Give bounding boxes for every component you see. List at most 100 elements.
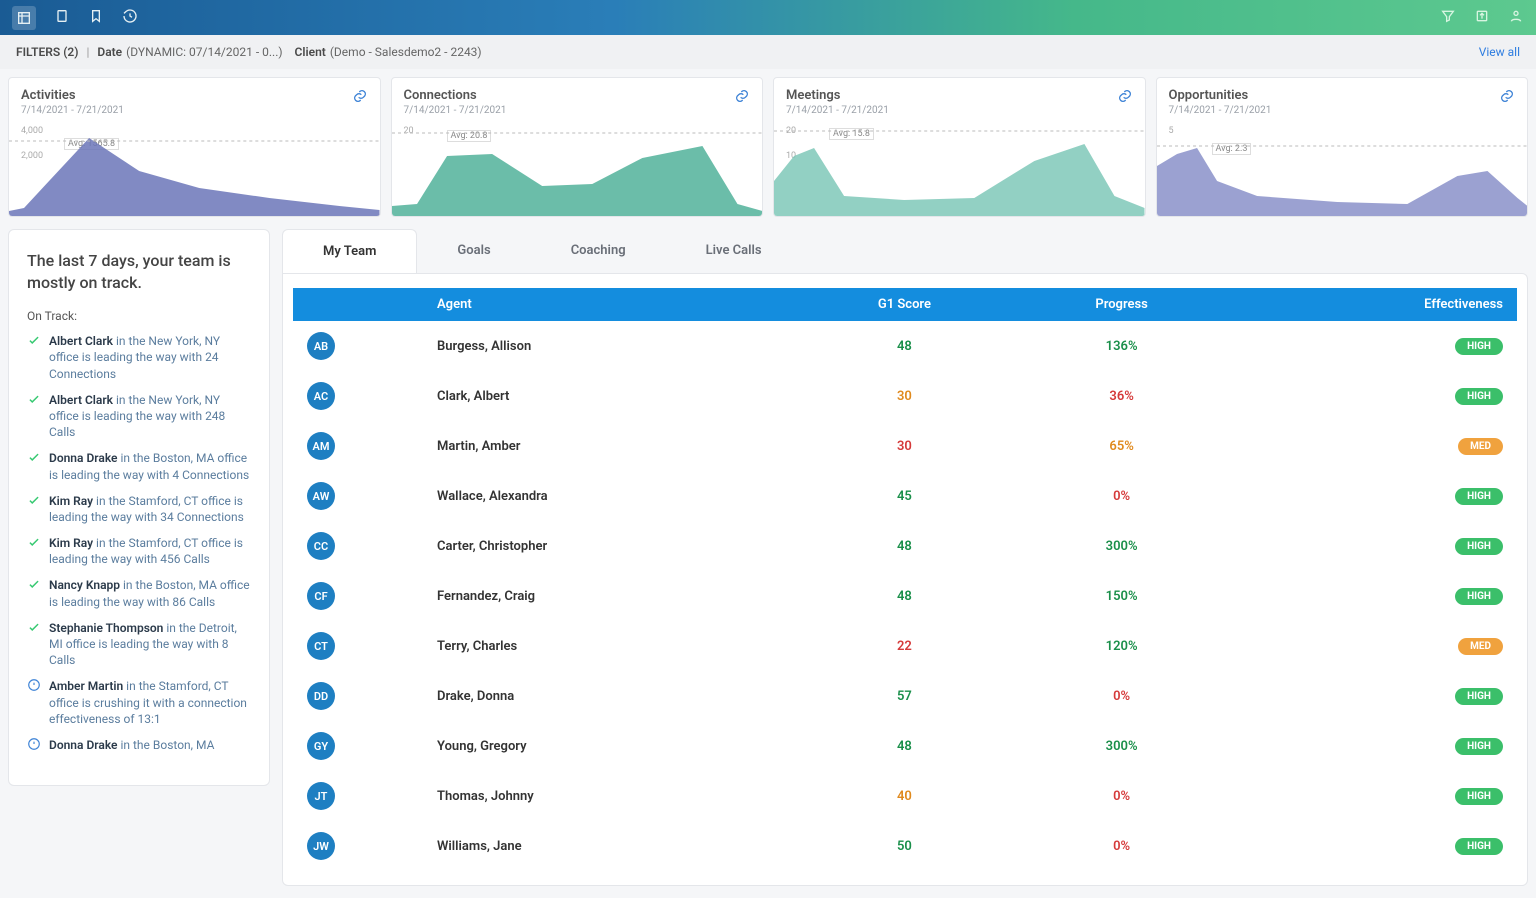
avatar[interactable]: JW <box>307 832 335 860</box>
table-row[interactable]: AW Wallace, Alexandra 45 0% HIGH <box>293 471 1517 521</box>
effectiveness-badge: HIGH <box>1455 338 1503 355</box>
filter-client-value[interactable]: (Demo - Salesdemo2 - 2243) <box>330 45 482 59</box>
avatar[interactable]: AW <box>307 482 335 510</box>
avatar[interactable]: CF <box>307 582 335 610</box>
chart-date-range: 7/14/2021 - 7/21/2021 <box>786 105 1133 116</box>
agent-name: Martin, Amber <box>423 421 795 471</box>
filter-date-value[interactable]: (DYNAMIC: 07/14/2021 - 0...) <box>126 45 282 59</box>
avatar[interactable]: DD <box>307 682 335 710</box>
avatar[interactable]: JT <box>307 782 335 810</box>
tab-coaching[interactable]: Coaching <box>531 229 666 273</box>
history-icon[interactable] <box>122 8 138 28</box>
link-icon[interactable] <box>352 88 368 108</box>
col-header[interactable] <box>293 288 423 321</box>
filters-count[interactable]: FILTERS (2) <box>16 45 78 59</box>
table-row[interactable]: AM Martin, Amber 30 65% MED <box>293 421 1517 471</box>
app-logo[interactable] <box>12 6 36 30</box>
effectiveness-badge: HIGH <box>1455 738 1503 755</box>
progress-value: 300% <box>1013 721 1229 771</box>
col-header[interactable]: Agent <box>423 288 795 321</box>
link-icon[interactable] <box>1499 88 1515 108</box>
progress-value: 65% <box>1013 421 1229 471</box>
col-header[interactable]: Progress <box>1013 288 1229 321</box>
export-icon[interactable] <box>1474 8 1490 28</box>
chart-card-connections: Connections 7/14/2021 - 7/21/2021 20 Avg… <box>391 77 764 217</box>
avatar[interactable]: AC <box>307 382 335 410</box>
insight-item: Donna Drake in the Boston, MA office is … <box>27 450 251 482</box>
agent-name: Drake, Donna <box>423 671 795 721</box>
insight-item: Kim Ray in the Stamford, CT office is le… <box>27 535 251 567</box>
clipboard-icon[interactable] <box>54 8 70 28</box>
table-row[interactable]: CF Fernandez, Craig 48 150% HIGH <box>293 571 1517 621</box>
check-icon <box>27 577 41 595</box>
insight-item: Albert Clark in the New York, NY office … <box>27 333 251 382</box>
avatar[interactable]: AB <box>307 332 335 360</box>
chart-title: Meetings <box>786 88 1133 103</box>
insights-subhead: On Track: <box>27 309 251 323</box>
check-icon <box>27 620 41 638</box>
table-row[interactable]: GY Young, Gregory 48 300% HIGH <box>293 721 1517 771</box>
col-header[interactable]: G1 Score <box>795 288 1013 321</box>
info-circle-icon <box>27 737 41 755</box>
filter-date-label: Date <box>97 45 122 59</box>
link-icon[interactable] <box>1117 88 1133 108</box>
user-icon[interactable] <box>1508 8 1524 28</box>
check-icon <box>27 333 41 351</box>
table-row[interactable]: DD Drake, Donna 57 0% HIGH <box>293 671 1517 721</box>
chart-date-range: 7/14/2021 - 7/21/2021 <box>1169 105 1516 116</box>
progress-value: 120% <box>1013 621 1229 671</box>
avatar[interactable]: CC <box>307 532 335 560</box>
g1-score: 40 <box>795 771 1013 821</box>
chart-card-activities: Activities 7/14/2021 - 7/21/2021 4,0002,… <box>8 77 381 217</box>
top-navbar <box>0 0 1536 35</box>
chart-card-meetings: Meetings 7/14/2021 - 7/21/2021 2010 Avg:… <box>773 77 1146 217</box>
table-row[interactable]: CC Carter, Christopher 48 300% HIGH <box>293 521 1517 571</box>
avatar[interactable]: AM <box>307 432 335 460</box>
effectiveness-badge: HIGH <box>1455 388 1503 405</box>
table-row[interactable]: AC Clark, Albert 30 36% HIGH <box>293 371 1517 421</box>
table-row[interactable]: CT Terry, Charles 22 120% MED <box>293 621 1517 671</box>
g1-score: 30 <box>795 371 1013 421</box>
effectiveness-badge: HIGH <box>1455 788 1503 805</box>
avatar[interactable]: GY <box>307 732 335 760</box>
insight-item: Donna Drake in the Boston, MA <box>27 737 251 755</box>
tabs: My TeamGoalsCoachingLive Calls <box>282 229 1528 273</box>
chart-date-range: 7/14/2021 - 7/21/2021 <box>21 105 368 116</box>
check-icon <box>27 450 41 468</box>
tab-live-calls[interactable]: Live Calls <box>666 229 802 273</box>
link-icon[interactable] <box>734 88 750 108</box>
progress-value: 0% <box>1013 671 1229 721</box>
tab-goals[interactable]: Goals <box>417 229 530 273</box>
agent-name: Williams, Jane <box>423 821 795 871</box>
table-row[interactable]: AB Burgess, Allison 48 136% HIGH <box>293 321 1517 371</box>
effectiveness-badge: HIGH <box>1455 588 1503 605</box>
bookmark-icon[interactable] <box>88 8 104 28</box>
progress-value: 0% <box>1013 471 1229 521</box>
progress-value: 300% <box>1013 521 1229 571</box>
agent-name: Clark, Albert <box>423 371 795 421</box>
col-header[interactable]: Effectiveness <box>1230 288 1517 321</box>
insight-item: Kim Ray in the Stamford, CT office is le… <box>27 493 251 525</box>
table-row[interactable]: JW Williams, Jane 50 0% HIGH <box>293 821 1517 871</box>
effectiveness-badge: HIGH <box>1455 688 1503 705</box>
filter-icon[interactable] <box>1440 8 1456 28</box>
view-all-link[interactable]: View all <box>1479 45 1520 59</box>
agent-name: Burgess, Allison <box>423 321 795 371</box>
check-icon <box>27 392 41 410</box>
avatar[interactable]: CT <box>307 632 335 660</box>
progress-value: 36% <box>1013 371 1229 421</box>
chart-date-range: 7/14/2021 - 7/21/2021 <box>404 105 751 116</box>
insight-item: Albert Clark in the New York, NY office … <box>27 392 251 441</box>
filter-bar: FILTERS (2) | Date (DYNAMIC: 07/14/2021 … <box>0 35 1536 69</box>
team-table-card: AgentG1 ScoreProgressEffectiveness AB Bu… <box>282 273 1528 886</box>
progress-value: 150% <box>1013 571 1229 621</box>
insights-headline: The last 7 days, your team is mostly on … <box>27 250 251 293</box>
insight-item: Amber Martin in the Stamford, CT office … <box>27 678 251 727</box>
chart-card-opportunities: Opportunities 7/14/2021 - 7/21/2021 5 Av… <box>1156 77 1529 217</box>
insights-panel: The last 7 days, your team is mostly on … <box>8 229 270 786</box>
progress-value: 0% <box>1013 821 1229 871</box>
tab-my-team[interactable]: My Team <box>282 229 417 273</box>
table-row[interactable]: JT Thomas, Johnny 40 0% HIGH <box>293 771 1517 821</box>
effectiveness-badge: MED <box>1458 438 1503 455</box>
agent-name: Terry, Charles <box>423 621 795 671</box>
